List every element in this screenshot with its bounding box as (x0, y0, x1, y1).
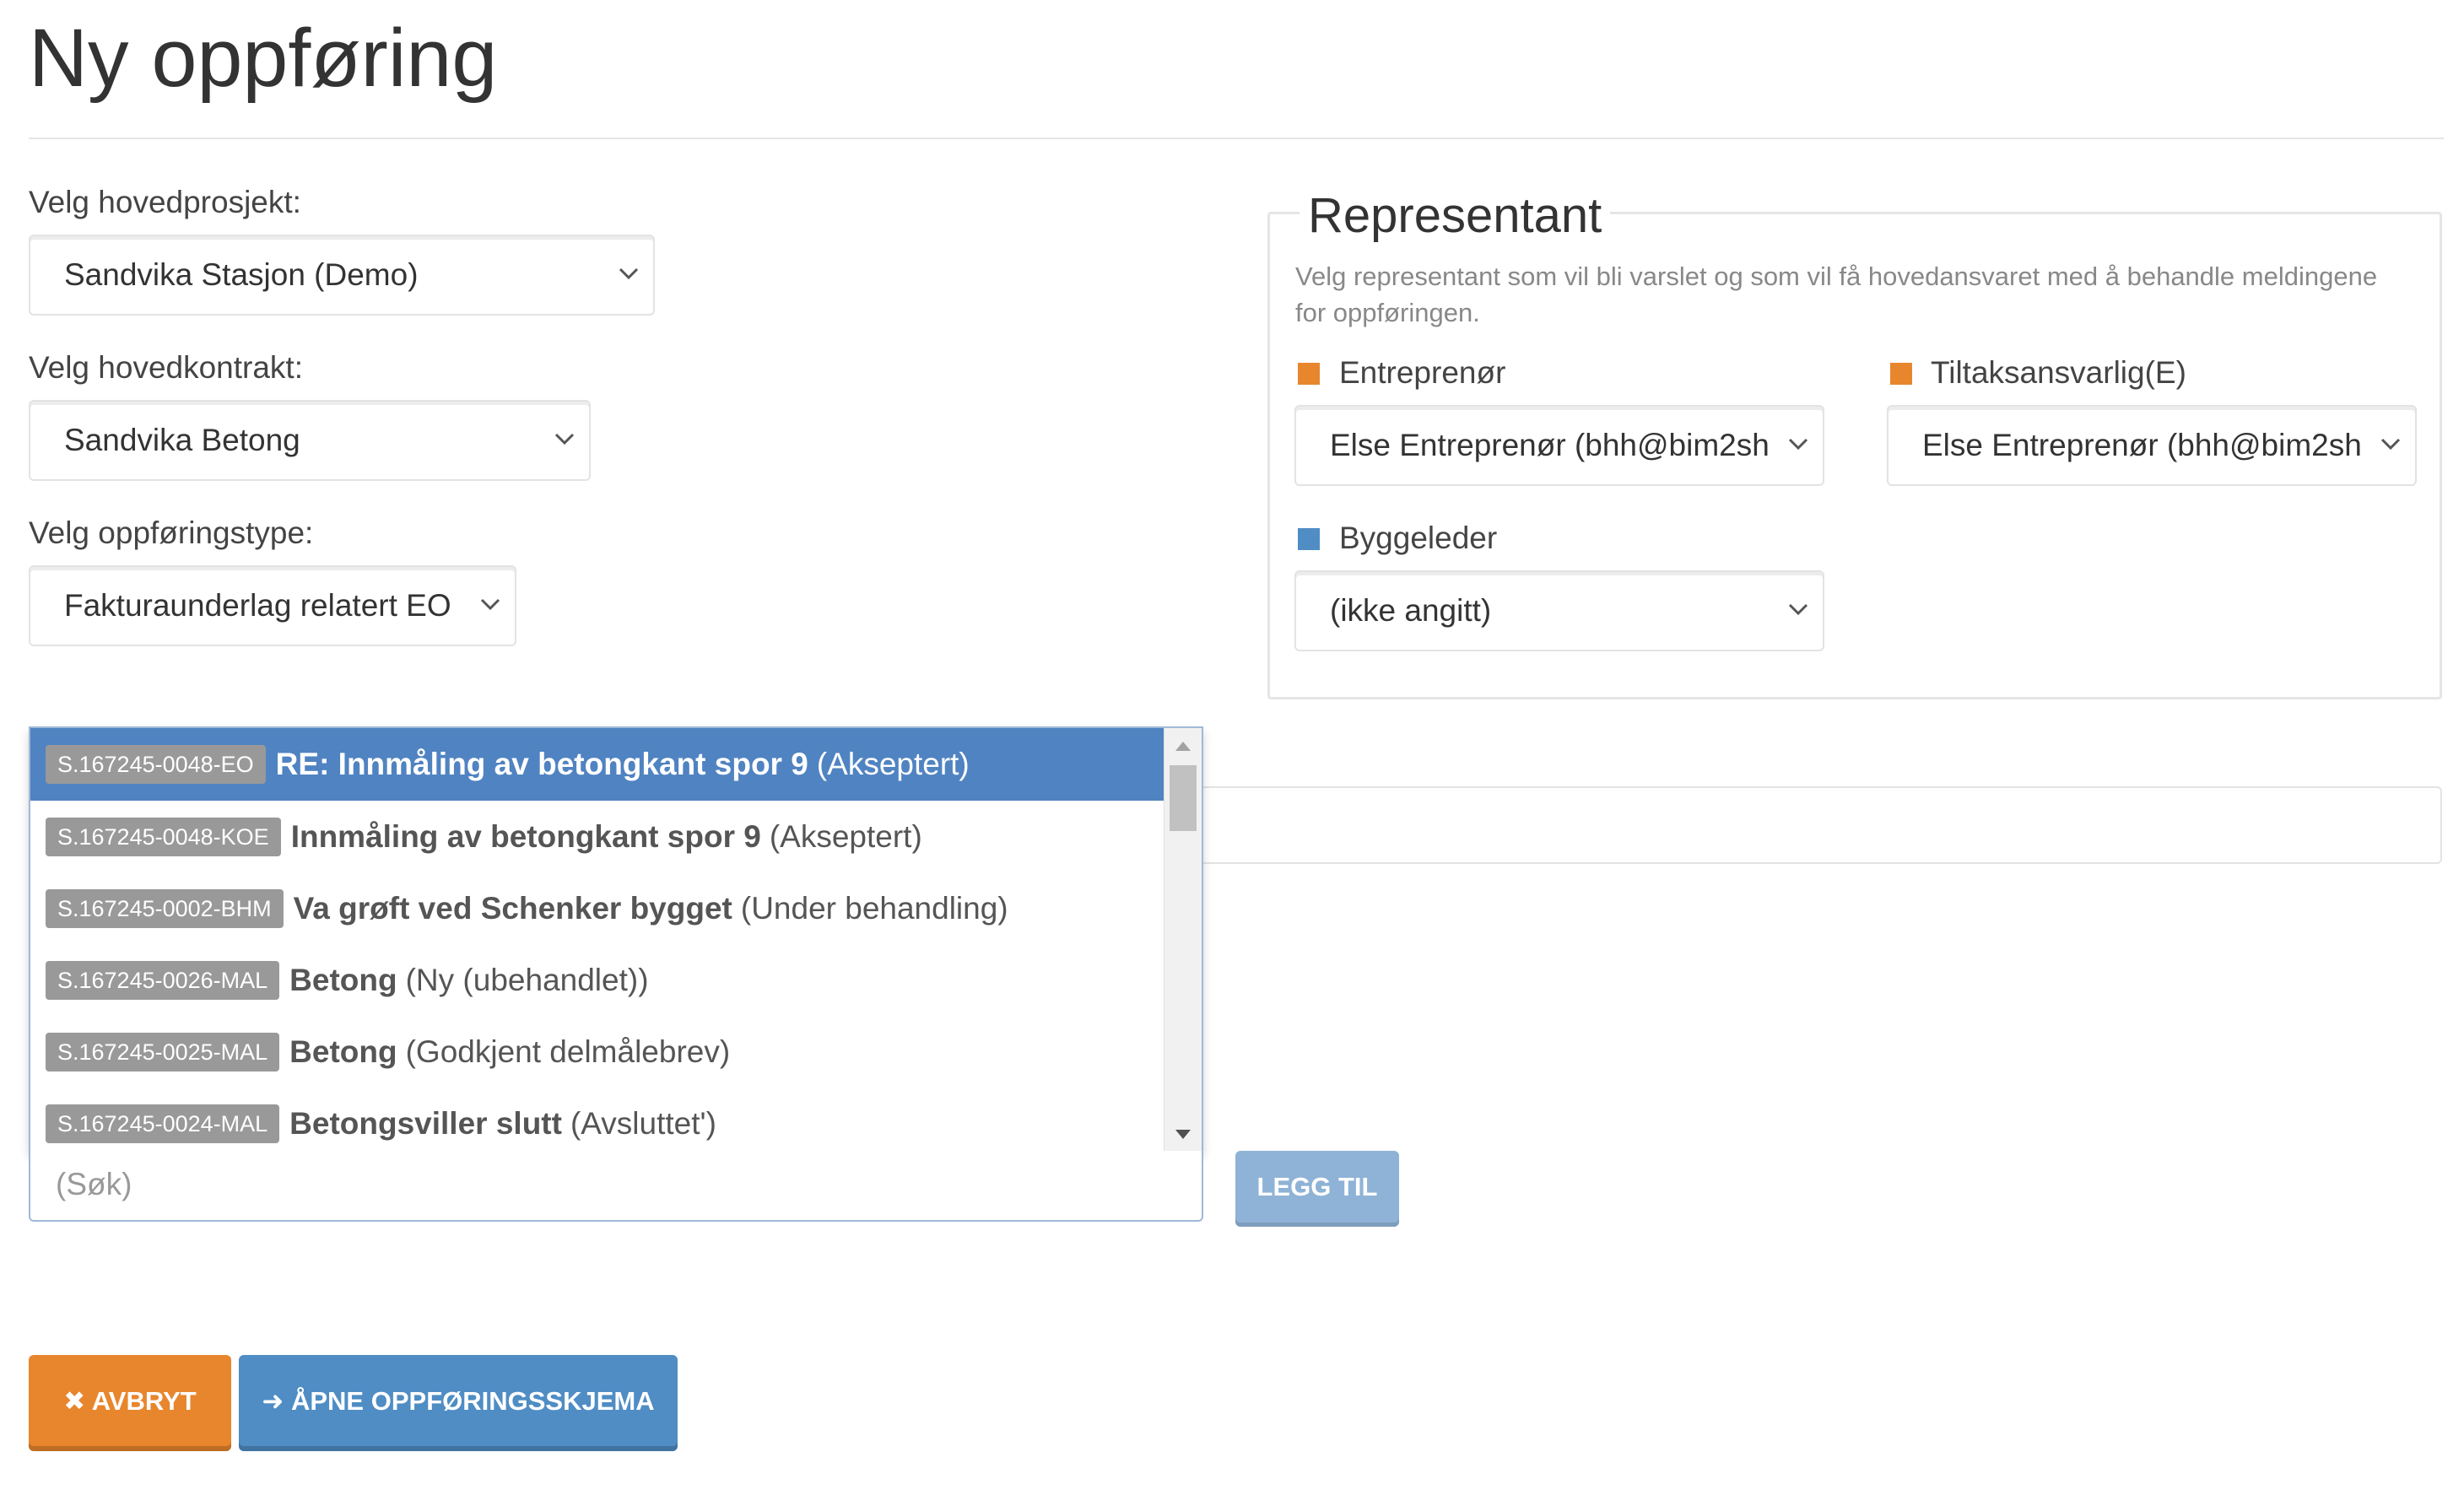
chevron-down-icon (1787, 601, 1809, 618)
title-divider (29, 138, 2444, 139)
entry-status: (Avsluttet') (570, 1106, 716, 1141)
contractor-label: Entreprenør (1339, 355, 1506, 390)
contractor-value: Else Entreprenør (bhh@bim2sh (1330, 428, 1770, 462)
dropdown-scrollbar[interactable] (1164, 728, 1202, 1152)
entry-code-badge: S.167245-0025-MAL (46, 1033, 280, 1071)
responsible-label: Tiltaksansvarlig(E) (1931, 355, 2186, 390)
site-manager-color-marker (1298, 528, 1320, 550)
site-manager-value: (ikke angitt) (1330, 593, 1492, 628)
entry-title: RE: Innmåling av betongkant spor 9 (275, 747, 808, 781)
entry-status: (Akseptert) (816, 747, 970, 781)
scroll-up-icon[interactable] (1175, 742, 1191, 751)
close-icon: ✖ (63, 1386, 92, 1416)
main-project-select[interactable]: Sandvika Stasjon (Demo) (29, 235, 655, 316)
entry-code-badge: S.167245-0048-EO (46, 745, 266, 784)
dropdown-option[interactable]: S.167245-0025-MAL Betong (Godkjent delmå… (30, 1016, 1166, 1088)
entry-title: Betong (289, 963, 397, 997)
entry-status: (Akseptert) (769, 819, 922, 854)
dropdown-option[interactable]: S.167245-0002-BHM Va grøft ved Schenker … (30, 872, 1166, 945)
dropdown-option[interactable]: S.167245-0026-MAL Betong (Ny (ubehandlet… (30, 944, 1166, 1017)
dropdown-option[interactable]: S.167245-0048-EO RE: Innmåling av betong… (30, 728, 1166, 801)
dropdown-option[interactable]: S.167245-0048-KOE Innmåling av betongkan… (30, 801, 1166, 873)
entry-type-label: Velg oppføringstype: (29, 515, 314, 550)
main-project-value: Sandvika Stasjon (Demo) (64, 257, 419, 292)
chevron-down-icon (2380, 435, 2402, 452)
add-button[interactable]: LEGG TIL (1235, 1151, 1399, 1227)
responsible-color-marker (1890, 363, 1912, 385)
entry-title: Betong (289, 1034, 397, 1069)
scroll-down-icon[interactable] (1175, 1130, 1191, 1139)
main-contract-label: Velg hovedkontrakt: (29, 350, 303, 385)
chevron-down-icon (479, 596, 501, 613)
cancel-button[interactable]: ✖ AVBRYT (29, 1355, 231, 1451)
search-input[interactable]: (Søk) (29, 1151, 1203, 1222)
responsible-select[interactable]: Else Entreprenør (bhh@bim2sh (1887, 405, 2417, 486)
contractor-select[interactable]: Else Entreprenør (bhh@bim2sh (1294, 405, 1824, 486)
entry-type-select[interactable]: Fakturaunderlag relatert EO (29, 565, 516, 646)
dropdown-option[interactable]: S.167245-0024-MAL Betongsviller slutt (A… (30, 1088, 1166, 1152)
chevron-down-icon (1787, 435, 1809, 452)
contractor-color-marker (1298, 363, 1320, 385)
entry-type-value: Fakturaunderlag relatert EO (64, 588, 451, 623)
scrollbar-thumb[interactable] (1170, 765, 1197, 831)
related-entry-dropdown[interactable]: S.167245-0048-EO RE: Innmåling av betong… (29, 726, 1203, 1152)
entry-status: (Under behandling) (740, 891, 1008, 926)
entry-code-badge: S.167245-0024-MAL (46, 1104, 280, 1143)
representative-description: Velg representant som vil bli varslet og… (1295, 262, 2378, 327)
entry-status: (Godkjent delmålebrev) (405, 1034, 731, 1069)
open-form-button[interactable]: ➜ ÅPNE OPPFØRINGSSKJEMA (239, 1355, 678, 1451)
entry-title: Innmåling av betongkant spor 9 (290, 819, 761, 854)
entry-code-badge: S.167245-0048-KOE (46, 818, 281, 856)
main-project-label: Velg hovedprosjekt: (29, 185, 301, 219)
entry-code-badge: S.167245-0002-BHM (46, 889, 284, 928)
representative-legend: Representant (1300, 182, 1611, 250)
entry-status: (Ny (ubehandlet)) (405, 963, 649, 997)
site-manager-label: Byggeleder (1339, 521, 1498, 555)
responsible-value: Else Entreprenør (bhh@bim2sh (1922, 428, 2362, 462)
main-contract-select[interactable]: Sandvika Betong (29, 400, 591, 481)
reference-input[interactable] (1203, 786, 2442, 864)
open-form-button-label: ÅPNE OPPFØRINGSSKJEMA (290, 1386, 655, 1416)
chevron-down-icon (618, 265, 640, 282)
entry-code-badge: S.167245-0026-MAL (46, 961, 280, 1000)
main-contract-value: Sandvika Betong (64, 423, 300, 457)
page-title: Ny oppføring (29, 12, 498, 104)
entry-title: Va grøft ved Schenker bygget (293, 891, 732, 926)
entry-title: Betongsviller slutt (289, 1106, 562, 1141)
cancel-button-label: AVBRYT (91, 1386, 197, 1416)
site-manager-select[interactable]: (ikke angitt) (1294, 570, 1824, 651)
arrow-right-icon: ➜ (262, 1386, 291, 1416)
chevron-down-icon (554, 430, 575, 447)
